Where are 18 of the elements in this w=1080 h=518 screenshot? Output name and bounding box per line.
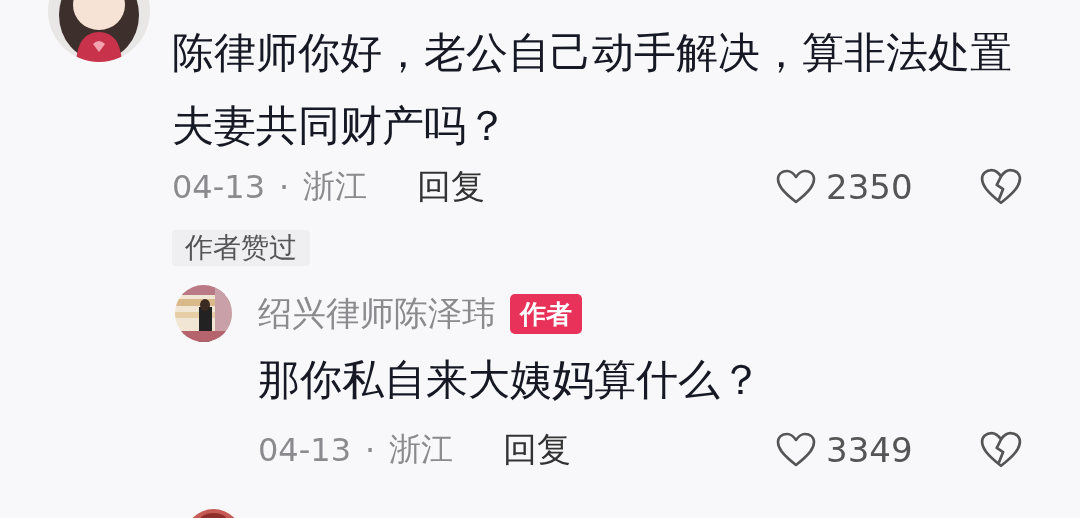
like-count: 3349	[826, 430, 910, 470]
reply-button[interactable]: 回复	[417, 164, 486, 210]
comment-text: 陈律师你好，老公自己动手解决，算非法处置夫妻共同财产吗？	[172, 27, 1013, 152]
comment-date: 04-13	[172, 168, 265, 206]
broken-heart-icon[interactable]	[980, 431, 1022, 469]
heart-icon[interactable]	[776, 169, 816, 205]
reply-button[interactable]: 回复	[503, 427, 572, 473]
comment-location: 浙江	[303, 166, 368, 207]
separator-dot: ·	[279, 168, 290, 206]
broken-heart-icon[interactable]	[980, 168, 1022, 206]
reply-text: 那你私自来大姨妈算什么？	[258, 354, 763, 406]
separator-dot: ·	[365, 431, 376, 469]
reply-date: 04-13	[258, 431, 351, 469]
reply-location: 浙江	[389, 429, 454, 470]
like-count: 2350	[826, 167, 910, 207]
author-liked-badge: 作者赞过	[172, 230, 310, 266]
author-tag: 作者	[510, 293, 582, 334]
heart-icon[interactable]	[776, 432, 816, 468]
